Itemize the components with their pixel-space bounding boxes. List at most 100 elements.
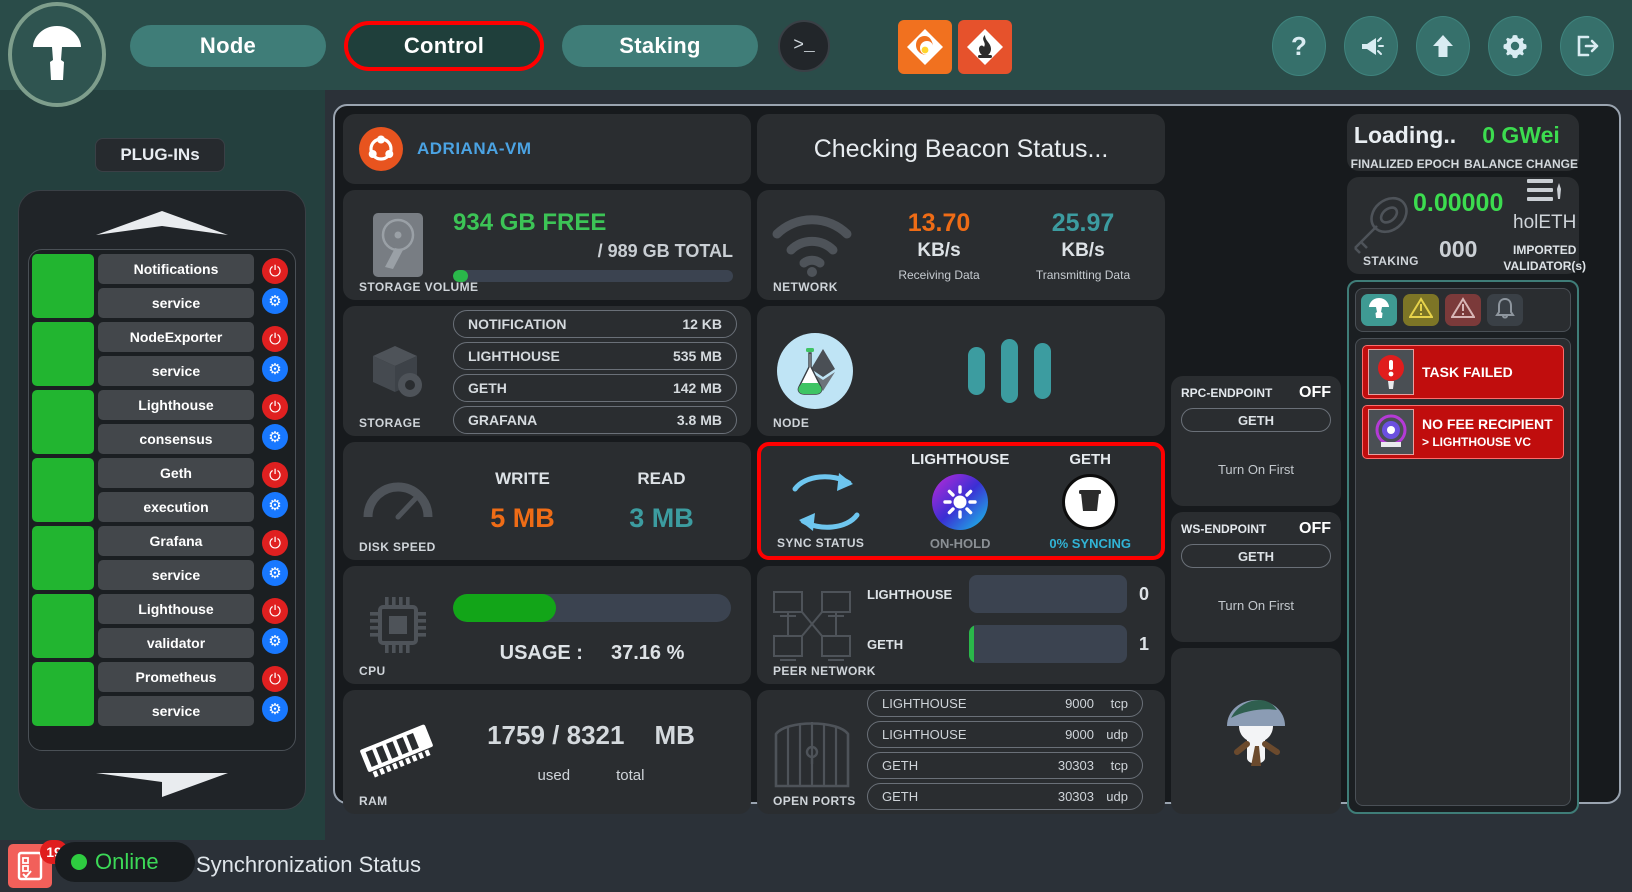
ram-label: RAM — [359, 794, 388, 808]
notifications-panel: TASK FAILED NO FEE RECIPIENT > LIGHTHOUSE … — [1347, 280, 1579, 814]
ram-unit: MB — [654, 720, 695, 750]
status-bar: 19 Online Synchronization Status — [0, 840, 1632, 892]
header-actions: ? — [1272, 16, 1614, 76]
update-button[interactable] — [1416, 16, 1470, 76]
plugin-buttons: ⏻ ⚙ — [258, 254, 292, 318]
plugin-power-button[interactable]: ⏻ — [262, 326, 288, 352]
question-icon: ? — [1291, 30, 1307, 61]
peer-bar — [969, 575, 1127, 613]
ram-icon — [343, 720, 453, 784]
warning-tab[interactable] — [1403, 294, 1439, 327]
peer-rows: LIGHTHOUSE 0 GETH 1 — [867, 575, 1165, 675]
tab-node[interactable]: Node — [130, 25, 326, 67]
network-tx: 25.97 KB/s Transmitting Data — [1011, 209, 1155, 282]
gauge-glyph — [363, 482, 433, 520]
staking-currency: holETH — [1513, 212, 1577, 233]
plugin-settings-button[interactable]: ⚙ — [262, 492, 288, 518]
plugin-name: Geth — [98, 458, 254, 488]
geth-glyph — [1079, 490, 1102, 511]
staking-card: 0.00000 000 holETH IMPORTED VALIDATOR(s) — [1347, 177, 1586, 275]
network-tx-unit: KB/s — [1061, 239, 1105, 261]
staking-imported-caption: IMPORTED VALIDATOR(s) — [1503, 242, 1586, 274]
plugin-row[interactable]: Grafana service ⏻ ⚙ — [32, 526, 292, 590]
mushroom-logo[interactable] — [8, 2, 106, 107]
hdd-glyph — [373, 213, 423, 277]
plugin-settings-button[interactable]: ⚙ — [262, 288, 288, 314]
chevron-down-icon[interactable] — [92, 769, 232, 799]
plugin-row[interactable]: Lighthouse validator ⏻ ⚙ — [32, 594, 292, 658]
plugin-settings-button[interactable]: ⚙ — [262, 424, 288, 450]
settings-button[interactable] — [1488, 16, 1542, 76]
plugins-list[interactable]: Notifications service ⏻ ⚙ NodeExporter servic… — [28, 249, 296, 751]
port-protocol: tcp — [1110, 696, 1128, 711]
bell-icon — [1494, 296, 1516, 325]
plugin-row[interactable]: NodeExporter service ⏻ ⚙ — [32, 322, 292, 386]
plugin-name: Lighthouse — [98, 390, 254, 420]
rpc-endpoint-card[interactable]: RPC-ENDPOINT OFF GETH Turn On First — [1171, 376, 1341, 506]
plugin-row[interactable]: Notifications service ⏻ ⚙ — [32, 254, 292, 318]
node-card: NODE — [757, 306, 1165, 436]
hostname-label: ADRIANA-VM — [417, 139, 532, 158]
plugin-power-button[interactable]: ⏻ — [262, 530, 288, 556]
prometheus-icon[interactable] — [958, 20, 1012, 74]
online-dot-icon — [71, 854, 87, 870]
peer-network-glyph — [773, 591, 851, 661]
plugin-row[interactable]: Geth execution ⏻ ⚙ — [32, 458, 292, 522]
tab-control[interactable]: Control — [344, 21, 544, 71]
grafana-glyph — [907, 29, 943, 65]
sync-status-label: SYNC STATUS — [777, 536, 865, 550]
error-tab[interactable] — [1445, 294, 1481, 327]
plugin-power-button[interactable]: ⏻ — [262, 394, 288, 420]
plugin-settings-button[interactable]: ⚙ — [262, 696, 288, 722]
plugin-kind: service — [98, 560, 254, 590]
network-rx: 13.70 KB/s Receiving Data — [867, 209, 1011, 282]
logout-button[interactable] — [1560, 16, 1614, 76]
storage-volume-label: STORAGE VOLUME — [359, 280, 479, 294]
announce-button[interactable] — [1344, 16, 1398, 76]
plugin-settings-button[interactable]: ⚙ — [262, 356, 288, 382]
column-node: Checking Beacon Status... 13.70 KB/s Rec… — [757, 114, 1165, 814]
sync-arrows-icon — [761, 465, 891, 537]
alert-item[interactable]: TASK FAILED — [1362, 345, 1564, 400]
plugin-row[interactable]: Prometheus service ⏻ ⚙ — [32, 662, 292, 726]
grafana-icon[interactable] — [898, 20, 952, 74]
storage-row-size: 535 MB — [672, 348, 722, 364]
disk-read-label: READ — [637, 468, 686, 488]
bell-tab[interactable] — [1487, 294, 1523, 327]
sync-status-card[interactable]: LIGHTHOUSE ON-HOLD GETH 0% SYNCING SYNC … — [757, 442, 1165, 560]
key-icon — [1347, 195, 1413, 257]
plugin-kind: service — [98, 288, 254, 318]
plugin-power-button[interactable]: ⏻ — [262, 598, 288, 624]
plugin-power-button[interactable]: ⏻ — [262, 462, 288, 488]
ram-value-row: 1759 / 8321 MB — [453, 720, 729, 751]
plugin-buttons: ⏻ ⚙ — [258, 322, 292, 386]
plugin-power-button[interactable]: ⏻ — [262, 666, 288, 692]
chevron-up-icon[interactable] — [92, 209, 232, 239]
port-number: 9000 — [1065, 696, 1094, 711]
lighthouse-glyph — [943, 485, 977, 519]
plugin-settings-button[interactable]: ⚙ — [262, 560, 288, 586]
mushroom-card — [1171, 648, 1341, 814]
ws-endpoint-card[interactable]: WS-ENDPOINT OFF GETH Turn On First — [1171, 512, 1341, 642]
mushroom-icon — [1368, 296, 1390, 325]
port-name: LIGHTHOUSE — [882, 696, 967, 711]
alert-item[interactable]: NO FEE RECIPIENT > LIGHTHOUSE VC — [1362, 405, 1564, 460]
port-protocol: tcp — [1110, 758, 1128, 773]
plugin-row[interactable]: Lighthouse consensus ⏻ ⚙ — [32, 390, 292, 454]
sync-geth-state: 0% SYNCING — [1049, 536, 1131, 551]
mushroom-tab[interactable] — [1361, 294, 1397, 327]
tab-staking[interactable]: Staking — [562, 25, 758, 67]
notification-tabs — [1355, 288, 1571, 333]
geth-icon — [1062, 474, 1119, 530]
plugin-buttons: ⏻ ⚙ — [258, 526, 292, 590]
box-gear-glyph — [373, 346, 422, 397]
plugin-power-button[interactable]: ⏻ — [262, 258, 288, 284]
logout-icon — [1577, 35, 1599, 57]
exclamation-icon — [1368, 349, 1414, 396]
help-button[interactable]: ? — [1272, 16, 1326, 76]
notification-doc-button[interactable]: 19 — [8, 840, 68, 888]
plugin-settings-button[interactable]: ⚙ — [262, 628, 288, 654]
plugin-labels: Lighthouse validator — [98, 594, 254, 658]
storage-row-size: 3.8 MB — [676, 412, 722, 428]
terminal-icon[interactable]: >_ — [778, 20, 830, 72]
